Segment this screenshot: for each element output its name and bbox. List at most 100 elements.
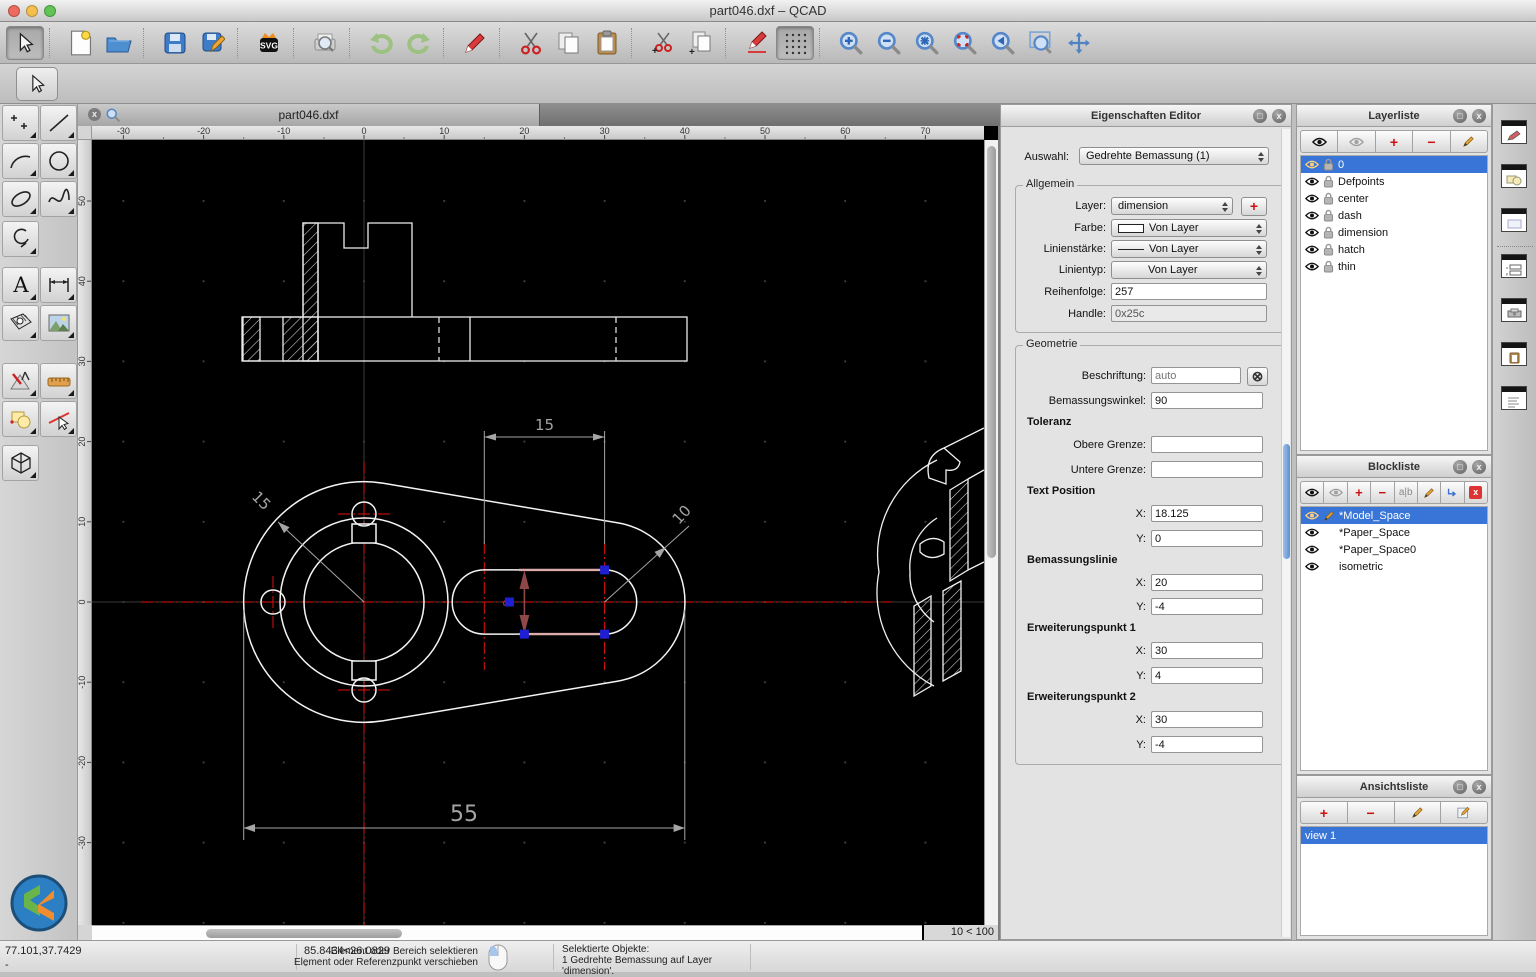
color-combobox[interactable]: Von Layer [1111, 219, 1267, 237]
horizontal-scroll-thumb[interactable] [206, 929, 402, 938]
cut-with-reference-button[interactable]: + [644, 26, 682, 60]
add-view-button[interactable]: + [1300, 801, 1348, 824]
dimline-x-field[interactable] [1151, 574, 1263, 591]
open-file-button[interactable] [100, 26, 138, 60]
label-field[interactable] [1151, 367, 1241, 384]
arc-tools-button[interactable] [2, 143, 39, 179]
layer-combobox[interactable]: dimension [1111, 197, 1233, 215]
hide-all-layers-button[interactable] [1338, 130, 1376, 153]
line-tools-button[interactable] [40, 105, 77, 141]
copy-button[interactable] [550, 26, 588, 60]
close-panel-icon[interactable]: x [1472, 460, 1486, 474]
ext1-y-field[interactable] [1151, 667, 1263, 684]
cut-button[interactable] [512, 26, 550, 60]
eye-icon[interactable] [1305, 160, 1319, 169]
isometric-tools-button[interactable] [2, 445, 39, 481]
lineweight-combobox[interactable]: Von Layer [1111, 240, 1267, 258]
zoom-previous-button[interactable] [984, 26, 1022, 60]
edit-tool-button[interactable] [738, 26, 776, 60]
document-tab[interactable]: x part046.dxf [78, 104, 540, 126]
float-panel-icon[interactable]: □ [1253, 109, 1267, 123]
show-all-blocks-button[interactable] [1300, 481, 1325, 504]
zoom-selection-button[interactable] [946, 26, 984, 60]
pan-button[interactable] [1060, 26, 1098, 60]
selection-combobox[interactable]: Gedrehte Bemassung (1) [1079, 147, 1269, 165]
textpos-x-field[interactable] [1151, 505, 1263, 522]
eye-icon[interactable] [1305, 211, 1319, 220]
ext2-y-field[interactable] [1151, 736, 1263, 753]
toggle-block-list-button[interactable] [1501, 164, 1527, 188]
block-row[interactable]: isometric [1301, 558, 1487, 575]
dimension-tools-button[interactable] [40, 267, 77, 303]
save-button[interactable] [156, 26, 194, 60]
zoom-window-button[interactable] [1022, 26, 1060, 60]
text-tool-button[interactable]: A [2, 267, 39, 303]
toggle-command-line-button[interactable] [1501, 386, 1527, 410]
lock-icon[interactable] [1323, 260, 1334, 273]
layer-row[interactable]: 0 [1301, 156, 1487, 173]
close-panel-icon[interactable]: x [1472, 780, 1486, 794]
zoom-in-button[interactable] [832, 26, 870, 60]
close-panel-icon[interactable]: x [1272, 109, 1286, 123]
linetype-combobox[interactable]: Von Layer [1111, 261, 1267, 279]
toggle-selection-filter-button[interactable] [1501, 208, 1527, 232]
eye-icon[interactable] [1305, 194, 1319, 203]
block-row[interactable]: *Paper_Space [1301, 524, 1487, 541]
angle-field[interactable] [1151, 392, 1263, 409]
image-tool-button[interactable] [40, 305, 77, 341]
svg-export-button[interactable]: SVG [250, 26, 288, 60]
redo-button[interactable] [400, 26, 438, 60]
float-panel-icon[interactable]: □ [1453, 460, 1467, 474]
add-layer-button[interactable]: + [1375, 130, 1414, 153]
eye-icon[interactable] [1305, 177, 1319, 186]
add-block-button[interactable]: + [1347, 481, 1372, 504]
polyline-tools-button[interactable] [2, 221, 39, 257]
textpos-y-field[interactable] [1151, 530, 1263, 547]
eye-icon[interactable] [1305, 528, 1319, 537]
lock-icon[interactable] [1323, 158, 1334, 171]
close-panel-icon[interactable]: x [1472, 109, 1486, 123]
lock-icon[interactable] [1323, 192, 1334, 205]
eye-icon[interactable] [1305, 545, 1319, 554]
lock-icon[interactable] [1323, 226, 1334, 239]
remove-view-button[interactable]: − [1347, 801, 1395, 824]
ext2-x-field[interactable] [1151, 711, 1263, 728]
circle-tools-button[interactable] [40, 143, 77, 179]
insert-block-button[interactable] [1441, 481, 1465, 504]
dimline-y-field[interactable] [1151, 598, 1263, 615]
clear-label-button[interactable]: ⊗ [1247, 367, 1268, 386]
new-file-button[interactable] [62, 26, 100, 60]
toggle-property-editor-button[interactable] [1501, 120, 1527, 144]
edit-block-button[interactable] [1417, 481, 1442, 504]
panel-scroll-thumb[interactable] [1283, 444, 1290, 559]
spline-tools-button[interactable] [40, 181, 77, 217]
edit-layer-button[interactable] [1450, 130, 1489, 153]
select-tool-button[interactable] [6, 25, 44, 60]
grid-toggle-button[interactable] [776, 25, 814, 60]
zoom-auto-button[interactable] [908, 26, 946, 60]
lock-icon[interactable] [1323, 175, 1334, 188]
minimize-window-button[interactable] [26, 5, 38, 17]
lock-icon[interactable] [1323, 243, 1334, 256]
delete-block-button[interactable]: x [1464, 481, 1488, 504]
horizontal-scrollbar[interactable] [92, 925, 922, 940]
panel-scrollbar[interactable] [1281, 129, 1290, 937]
layer-row[interactable]: Defpoints [1301, 173, 1487, 190]
eye-icon[interactable] [1305, 511, 1319, 520]
eye-icon[interactable] [1305, 228, 1319, 237]
active-tool-button[interactable] [16, 67, 58, 101]
float-panel-icon[interactable]: □ [1453, 109, 1467, 123]
upper-field[interactable] [1151, 436, 1263, 453]
float-panel-icon[interactable]: □ [1453, 780, 1467, 794]
modify-tools-button[interactable] [40, 401, 77, 437]
ellipse-tools-button[interactable] [2, 181, 39, 217]
tab-close-icon[interactable]: x [88, 108, 101, 121]
remove-block-button[interactable]: − [1371, 481, 1395, 504]
view-row[interactable]: view 1 [1301, 827, 1487, 844]
ext1-x-field[interactable] [1151, 642, 1263, 659]
vertical-scroll-thumb[interactable] [987, 146, 996, 558]
block-row[interactable]: *Paper_Space0 [1301, 541, 1487, 558]
layer-row[interactable]: dimension [1301, 224, 1487, 241]
lower-field[interactable] [1151, 461, 1263, 478]
paste-button[interactable] [588, 26, 626, 60]
